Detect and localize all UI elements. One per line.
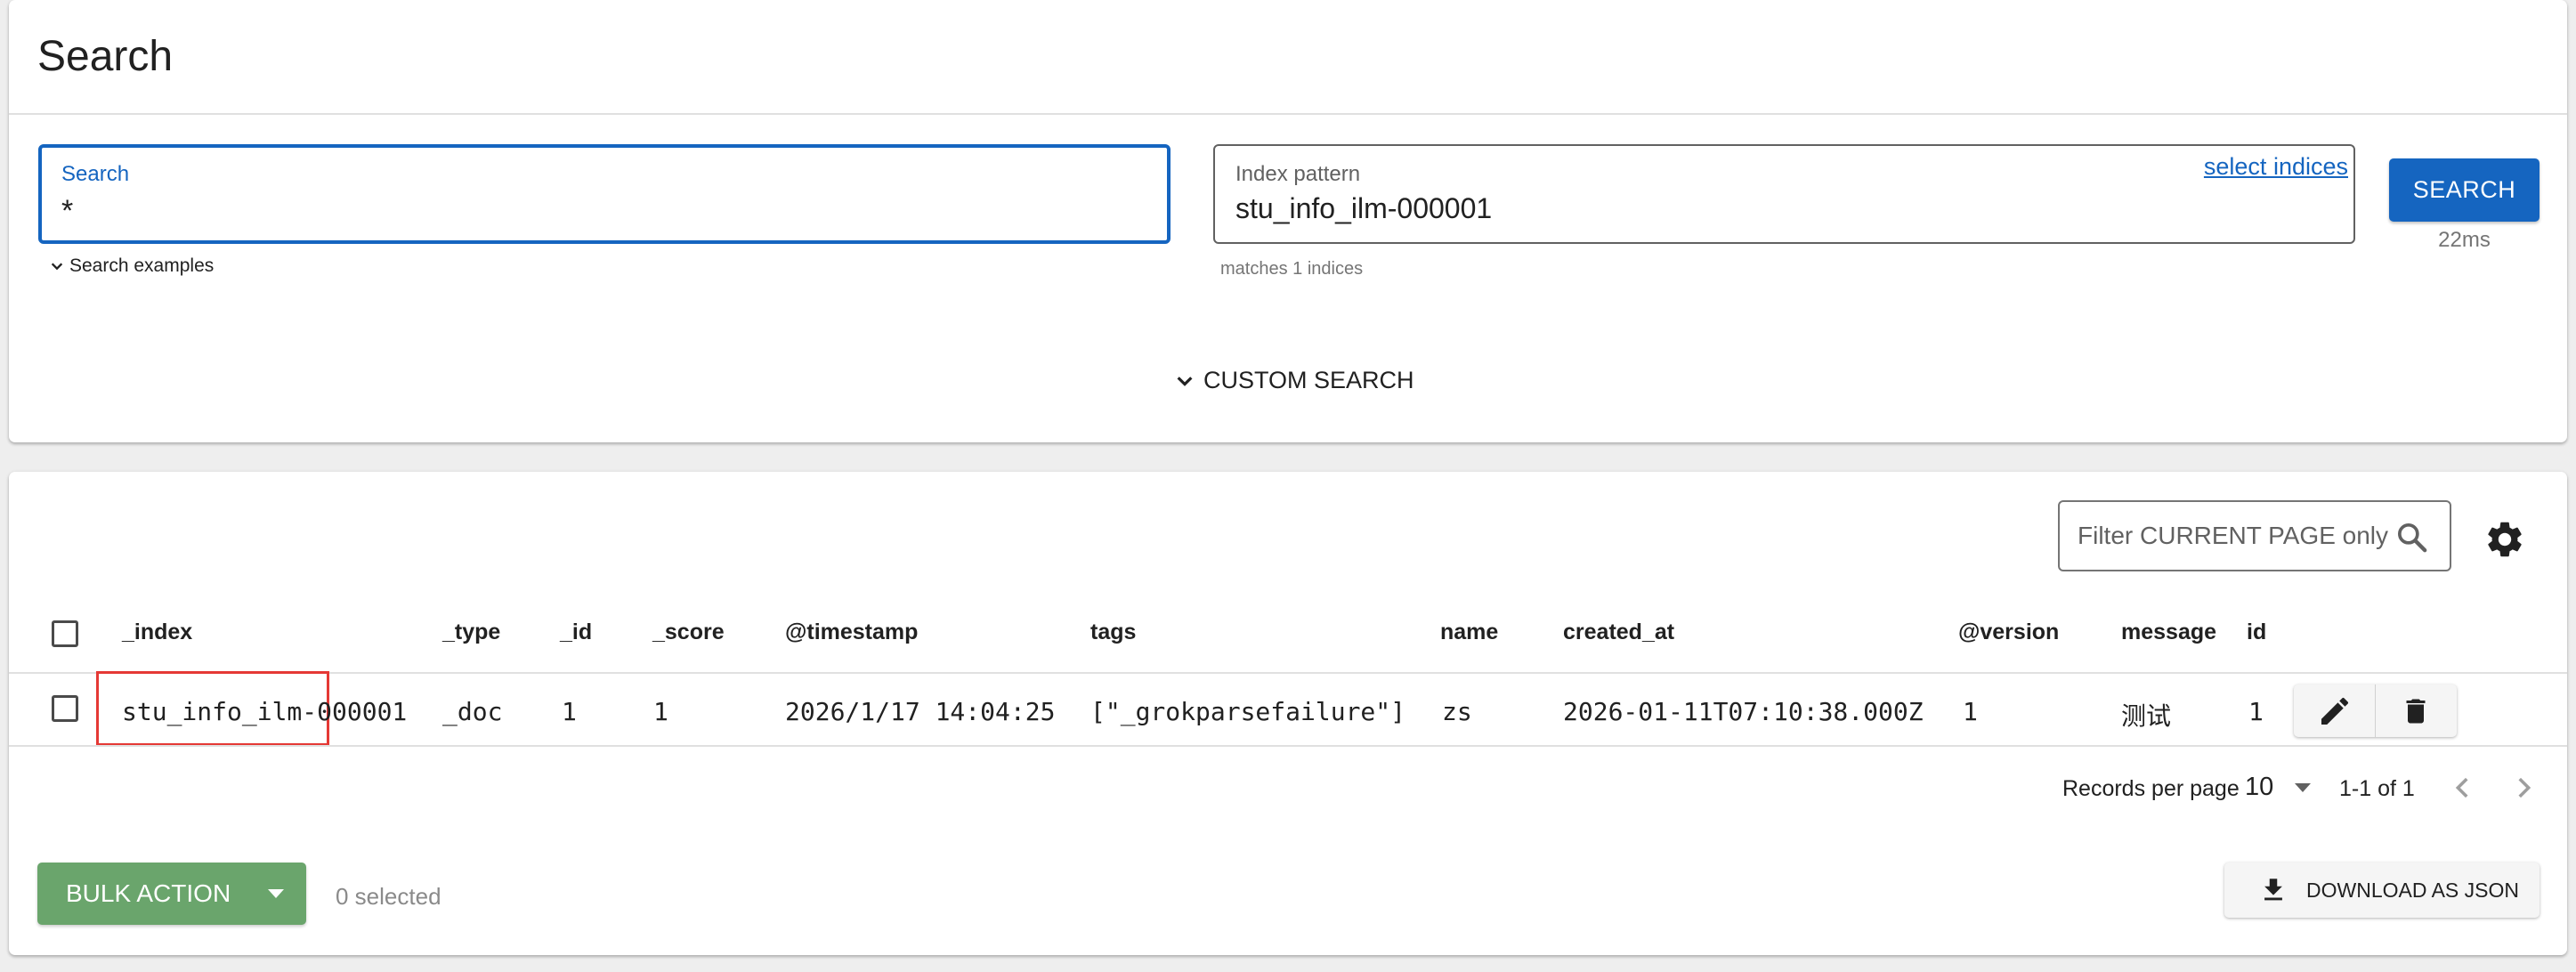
records-per-page-value: 10: [2245, 773, 2274, 801]
column-header[interactable]: @timestamp: [785, 620, 918, 645]
delete-button[interactable]: [2375, 684, 2456, 737]
search-examples-toggle[interactable]: Search examples: [50, 255, 214, 277]
chevron-down-icon: [1177, 376, 1193, 386]
column-header[interactable]: _id: [560, 620, 592, 645]
caret-down-icon: [268, 889, 285, 898]
download-json-button[interactable]: DOWNLOAD AS JSON: [2224, 863, 2540, 918]
column-header[interactable]: @version: [1958, 620, 2059, 645]
divider: [9, 113, 2567, 115]
column-header[interactable]: id: [2247, 620, 2266, 645]
column-header[interactable]: _score: [652, 620, 725, 645]
table-cell: 1: [562, 697, 577, 726]
table-cell: _doc: [442, 697, 503, 726]
column-header[interactable]: _index: [122, 620, 192, 645]
divider: [9, 745, 2567, 747]
table-cell: 1: [1963, 697, 1978, 726]
table-cell: 1: [2248, 697, 2264, 726]
table-cell: 1: [653, 697, 668, 726]
download-json-label: DOWNLOAD AS JSON: [2306, 878, 2519, 902]
chevron-right-icon[interactable]: [2508, 773, 2539, 803]
table-cell: 测试: [2121, 701, 2172, 731]
chevron-down-icon: [51, 263, 63, 271]
index-matches-text: matches 1 indices: [1220, 259, 1364, 279]
row-checkbox[interactable]: [52, 695, 78, 722]
search-timing: 22ms: [2438, 228, 2491, 252]
select-all-checkbox[interactable]: [52, 620, 78, 647]
column-header[interactable]: _type: [442, 620, 500, 645]
table-cell: 2026-01-11T07:10:38.000Z: [1563, 697, 1924, 726]
divider: [9, 672, 2567, 674]
row-actions: [2294, 684, 2457, 737]
caret-down-icon: [2295, 782, 2312, 792]
search-panel: Search Search * Search examples Index pa…: [9, 0, 2567, 442]
edit-button[interactable]: [2294, 684, 2375, 737]
selected-count: 0 selected: [336, 883, 441, 910]
page-range: 1-1 of 1: [2339, 776, 2415, 801]
search-input[interactable]: Search *: [38, 144, 1171, 244]
table-cell: stu_info_ilm-000001: [122, 697, 408, 726]
pencil-icon: [2321, 697, 2348, 725]
search-icon[interactable]: [2394, 520, 2430, 555]
index-pattern-value[interactable]: stu_info_ilm-000001: [1235, 192, 1492, 225]
records-per-page-select[interactable]: 10: [2245, 773, 2313, 802]
column-header[interactable]: name: [1440, 620, 1498, 645]
search-button[interactable]: SEARCH: [2389, 158, 2540, 222]
trash-icon: [2406, 699, 2426, 723]
table-cell: ["_grokparsefailure"]: [1090, 697, 1406, 726]
table-cell: zs: [1442, 697, 1472, 726]
chevron-left-icon[interactable]: [2448, 773, 2478, 803]
filter-input[interactable]: [2078, 518, 2398, 554]
search-input-value[interactable]: *: [61, 194, 73, 229]
index-pattern-label: Index pattern: [1235, 162, 1361, 186]
custom-search-toggle[interactable]: CUSTOM SEARCH: [1175, 367, 1414, 394]
download-icon: [2264, 879, 2282, 901]
bulk-action-label: BULK ACTION: [66, 879, 231, 907]
gear-icon[interactable]: [2483, 518, 2526, 561]
column-header[interactable]: tags: [1090, 620, 1136, 645]
column-header[interactable]: created_at: [1563, 620, 1674, 645]
records-per-page-label: Records per page: [2062, 776, 2240, 801]
custom-search-label: CUSTOM SEARCH: [1203, 367, 1414, 393]
results-panel: _index _type _id _score @timestamp tags …: [9, 472, 2567, 955]
bulk-action-button[interactable]: BULK ACTION: [37, 863, 306, 925]
search-examples-label: Search examples: [69, 255, 215, 276]
search-input-label: Search: [61, 162, 130, 186]
select-indices-link[interactable]: select indices: [2204, 153, 2348, 181]
table-cell: 2026/1/17 14:04:25: [785, 697, 1056, 726]
column-header[interactable]: message: [2121, 620, 2216, 645]
page-title: Search: [37, 33, 174, 80]
index-pattern-input[interactable]: Index pattern stu_info_ilm-000001 select…: [1213, 144, 2355, 244]
filter-field[interactable]: [2058, 500, 2451, 571]
